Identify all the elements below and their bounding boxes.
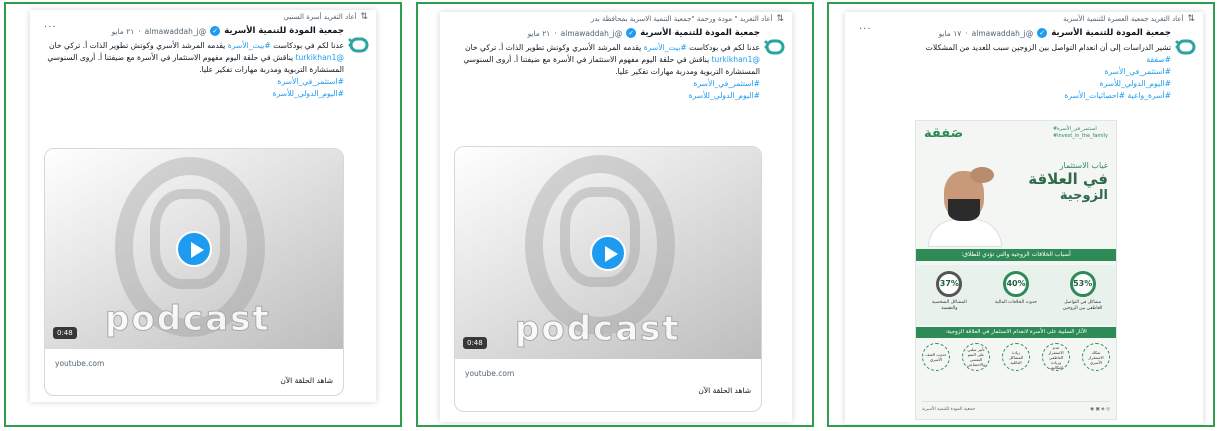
author-handle[interactable]: @almawaddah_j (972, 29, 1034, 38)
hashtag-link[interactable]: #اليوم_الدولي_للأسرة (857, 78, 1171, 90)
verified-badge-icon: ✓ (1037, 28, 1048, 38)
hashtag-link[interactable]: #اليوم_الدولي_للأسرة (42, 88, 344, 100)
tweet-header: جمعية المودة للتنمية الأسرية ✓ @almawadd… (527, 28, 760, 38)
link-domain: youtube.com (465, 369, 515, 378)
tweet-header: جمعية المودة للتنمية الأسرية ✓ @almawadd… (111, 26, 344, 36)
hashtag-link[interactable]: #صفقة (857, 54, 1171, 66)
hashtag-list: #صفقة #استثمر_في_الأسرة #اليوم_الدولي_لل… (857, 54, 1171, 102)
author-name[interactable]: جمعية المودة للتنمية الأسرية (1051, 28, 1171, 38)
tweet-text: تشير الدراسات إلى أن انعدام التواصل بين … (857, 42, 1171, 102)
verified-badge-icon: ✓ (210, 26, 221, 36)
podcast-watermark: podcast (515, 309, 681, 350)
panel-3: ⇅ أعاد التغريد جمعية العسرة للتنمية الأس… (827, 2, 1215, 427)
tweet-card[interactable]: ⇅ أعاد التغريد أسرة السنبي جمعية المودة … (30, 10, 376, 402)
stats-row: 53% مشاكل في التواصل العاطفي بين الزوجين… (916, 265, 1116, 325)
effects-band: الآثار السلبية على الأسرة لانعدام الاستث… (916, 327, 1116, 338)
retweet-label: أعاد التغريد أسرة السنبي (283, 13, 357, 21)
hashtag-list: #استثمر_في_الأسرة #اليوم_الدولي_للأسرة (42, 76, 344, 100)
video-duration: 0:48 (463, 337, 487, 349)
panel-1: ⇅ أعاد التغريد أسرة السنبي جمعية المودة … (4, 2, 402, 427)
mawadda-logo-icon (348, 37, 369, 53)
tweet-card[interactable]: ⇅ أعاد التغريد " مودة ورحمة "جمعية التنم… (440, 12, 792, 422)
panel-2: ⇅ أعاد التغريد " مودة ورحمة "جمعية التنم… (416, 2, 814, 427)
mention-link[interactable]: @turkikhan1 (711, 55, 760, 64)
mention-link[interactable]: @turkikhan1 (295, 53, 344, 62)
stat-item: 37% المشاكل الشخصية والنفسية (924, 271, 974, 312)
author-handle[interactable]: @almawaddah_j (561, 29, 623, 38)
infographic-footer: ◎ ◈ ▣ ◉ جمعية المودة للتنمية الأسرية (922, 401, 1110, 415)
tweet-header: جمعية المودة للتنمية الأسرية ✓ @almawadd… (938, 28, 1171, 38)
effect-item: عدم الاستقرار العاطفي وزيادة التكاليف (1042, 343, 1070, 371)
retweet-label: أعاد التغريد " مودة ورحمة "جمعية التنمية… (590, 15, 773, 23)
video-card[interactable]: podcast 0:48 youtube.com شاهد الحلقة الآ… (454, 146, 762, 412)
effect-item: حدوث العنف الأسري (922, 343, 950, 371)
hashtag-link[interactable]: #استثمر_في_الأسرة (857, 66, 1171, 78)
mawadda-logo-icon (764, 39, 785, 55)
link-domain: youtube.com (55, 359, 105, 368)
author-name[interactable]: جمعية المودة للتنمية الأسرية (224, 26, 344, 36)
retweet-label: أعاد التغريد جمعية العسرة للتنمية الأسري… (1063, 15, 1184, 23)
hashtag-list: #استثمر_في_الأسرة #اليوم_الدولي_للأسرة (452, 78, 760, 102)
tweet-text: عدنا لكم في بودكاست #بيت_الأسرة يقدمه ال… (452, 42, 760, 102)
more-icon[interactable]: ··· (44, 22, 57, 33)
hashtag-link[interactable]: #أسرة_واعية #احصائيات_الأسرة (857, 90, 1171, 102)
hashtag-link[interactable]: #بيت_الأسرة (644, 43, 687, 52)
tweet-date[interactable]: ٢١ مايو (112, 27, 135, 36)
infographic-brand: صَفقة (924, 125, 964, 141)
stat-item: 40% حدوث الخلافات المالية (991, 271, 1041, 306)
effect-item: تأثير سلبي على النمو النفسي والاجتماعي (962, 343, 990, 371)
mawadda-logo-icon (1175, 39, 1196, 55)
retweet-header: ⇅ أعاد التغريد " مودة ورحمة "جمعية التنم… (591, 14, 784, 24)
infographic-tags: #استثمر_في_الأسرة #invest_in_the_family (1052, 126, 1108, 139)
tweet-body: تشير الدراسات إلى أن انعدام التواصل بين … (925, 43, 1171, 52)
effect-item: زيادة المشاكل العائلية (1002, 343, 1030, 371)
author-handle[interactable]: @almawaddah_j (145, 27, 207, 36)
link-title[interactable]: شاهد الحلقة الآن (45, 368, 343, 385)
hashtag-link[interactable]: #استثمر_في_الأسرة (42, 76, 344, 88)
effect-item: تفكك الاستقرار الأسري (1082, 343, 1110, 371)
link-title[interactable]: شاهد الحلقة الآن (455, 378, 761, 395)
tweet-card[interactable]: ⇅ أعاد التغريد جمعية العسرة للتنمية الأس… (845, 12, 1203, 424)
author-name[interactable]: جمعية المودة للتنمية الأسرية (640, 28, 760, 38)
person-illustration (926, 165, 1004, 247)
more-icon[interactable]: ··· (859, 24, 872, 35)
retweet-icon: ⇅ (360, 12, 368, 22)
video-thumbnail[interactable]: podcast 0:48 (455, 147, 761, 359)
infographic-image[interactable]: #استثمر_في_الأسرة #invest_in_the_family … (915, 120, 1117, 420)
retweet-header: ⇅ أعاد التغريد جمعية العسرة للتنمية الأس… (1063, 14, 1195, 24)
effects-row: تفكك الاستقرار الأسري عدم الاستقرار العا… (916, 343, 1116, 371)
retweet-icon: ⇅ (1187, 14, 1195, 24)
play-icon[interactable] (590, 235, 626, 271)
hashtag-link[interactable]: #اليوم_الدولي_للأسرة (452, 90, 760, 102)
tweet-date[interactable]: ١٧ مايو (939, 29, 962, 38)
retweet-header: ⇅ أعاد التغريد أسرة السنبي (284, 12, 368, 22)
infographic-title: غياب الاستثمار في العلاقة الزوجية (1028, 161, 1108, 203)
retweet-icon: ⇅ (776, 14, 784, 24)
play-icon[interactable] (176, 231, 212, 267)
partner-logos: ◎ ◈ ▣ ◉ (1090, 407, 1110, 412)
hashtag-link[interactable]: #استثمر_في_الأسرة (452, 78, 760, 90)
video-thumbnail[interactable]: podcast 0:48 (45, 149, 343, 349)
video-card[interactable]: podcast 0:48 youtube.com شاهد الحلقة الآ… (44, 148, 344, 396)
verified-badge-icon: ✓ (626, 28, 637, 38)
hashtag-link[interactable]: #بيت_الأسرة (228, 41, 271, 50)
causes-band: أسباب الخلافات الزوجية والتي تؤدي للطلاق… (916, 249, 1116, 261)
stat-item: 53% مشاكل في التواصل العاطفي بين الزوجين (1058, 271, 1108, 312)
tweet-text: عدنا لكم في بودكاست #بيت_الأسرة يقدمه ال… (42, 40, 344, 100)
video-duration: 0:48 (53, 327, 77, 339)
podcast-watermark: podcast (105, 299, 271, 340)
tweet-date[interactable]: ٢١ مايو (528, 29, 551, 38)
